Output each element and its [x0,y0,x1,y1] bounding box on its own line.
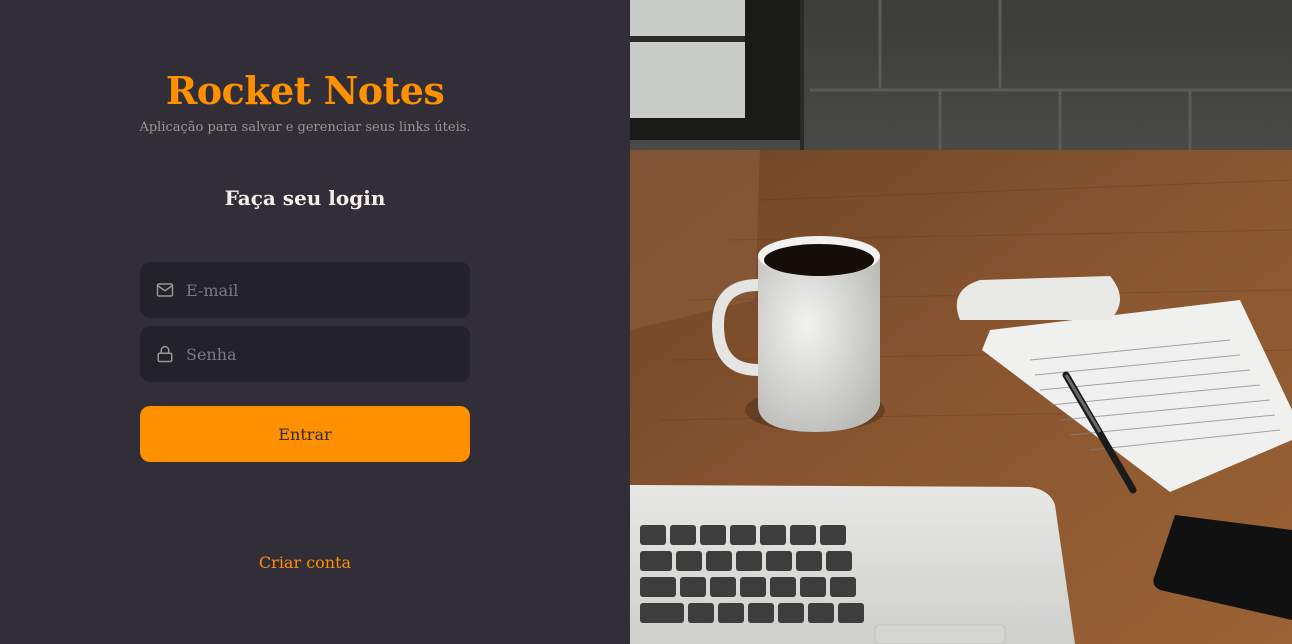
app-title: Rocket Notes [165,68,445,113]
create-account-link[interactable]: Criar conta [140,553,470,572]
password-input[interactable] [186,326,470,382]
app-subtitle: Aplicação para salvar e gerenciar seus l… [139,120,471,135]
login-panel: Rocket Notes Aplicação para salvar e ger… [0,0,630,644]
login-form: Rocket Notes Aplicação para salvar e ger… [139,0,470,644]
mail-icon [156,281,174,299]
email-field[interactable] [140,262,470,318]
desk-photo [630,0,1292,644]
background-photo [630,0,1292,644]
login-button[interactable]: Entrar [140,406,470,462]
lock-icon [156,345,174,363]
password-field[interactable] [140,326,470,382]
email-input[interactable] [186,262,470,318]
login-heading: Faça seu login [224,186,386,210]
